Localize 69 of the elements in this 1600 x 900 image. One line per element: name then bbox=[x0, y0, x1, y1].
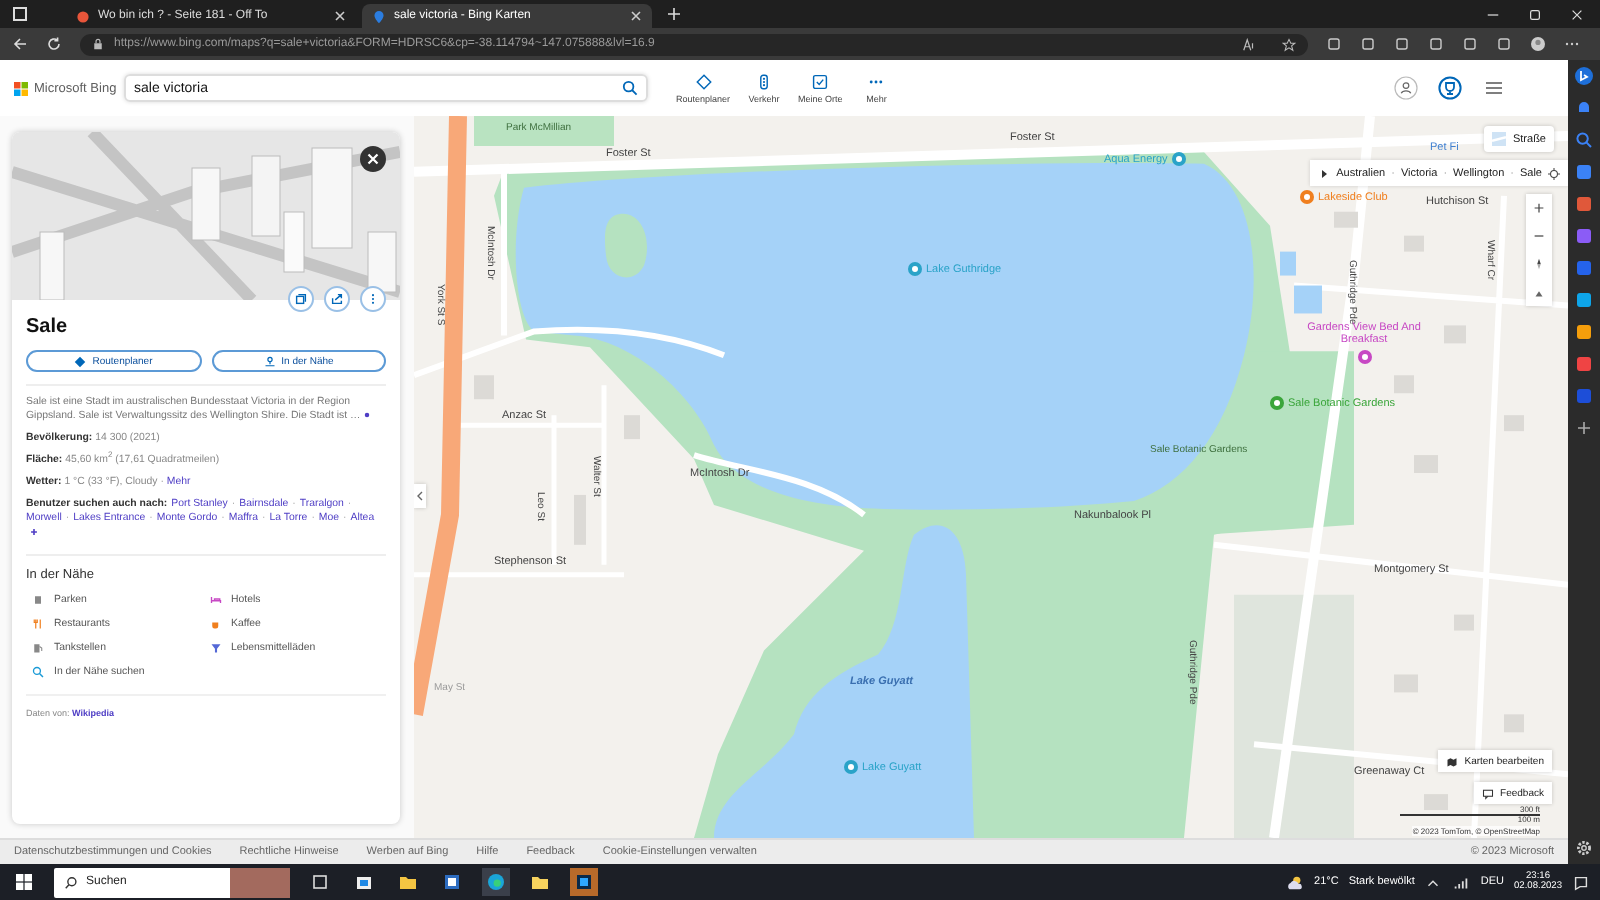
search-icon[interactable] bbox=[1574, 130, 1594, 150]
search-icon bbox=[64, 875, 78, 889]
diamond-icon bbox=[74, 355, 87, 367]
play-icon[interactable] bbox=[1318, 167, 1331, 179]
expand-icon[interactable] bbox=[363, 412, 370, 419]
windows-logo-icon[interactable] bbox=[10, 868, 38, 896]
menu-icon[interactable] bbox=[1482, 76, 1506, 100]
bell-icon[interactable] bbox=[1574, 98, 1594, 118]
toolbar-icon[interactable] bbox=[1496, 36, 1512, 52]
toolbar-icon[interactable] bbox=[1394, 36, 1410, 52]
traffic-light-icon bbox=[756, 73, 773, 89]
close-icon[interactable] bbox=[630, 10, 642, 22]
close-icon bbox=[364, 150, 382, 168]
parking-sign-icon bbox=[32, 594, 44, 606]
refresh-icon[interactable] bbox=[46, 36, 62, 52]
bed-icon bbox=[209, 594, 221, 606]
settings-icon[interactable] bbox=[1574, 838, 1594, 858]
share-button[interactable] bbox=[324, 286, 350, 312]
copy-button[interactable] bbox=[288, 286, 314, 312]
notification-icon[interactable] bbox=[1572, 873, 1590, 891]
collapse-handle[interactable] bbox=[414, 484, 426, 508]
scale-bar bbox=[1400, 814, 1540, 816]
fork-knife-icon bbox=[32, 618, 44, 630]
cloud-sun-icon[interactable] bbox=[1286, 873, 1305, 891]
zoom-in-button[interactable] bbox=[1526, 194, 1552, 222]
app-icon[interactable] bbox=[570, 868, 598, 896]
restore-icon[interactable] bbox=[1528, 7, 1542, 21]
map-icon bbox=[1446, 755, 1459, 767]
locate-icon[interactable] bbox=[1548, 167, 1560, 179]
favicon-icon bbox=[76, 9, 90, 23]
new-tab-icon[interactable] bbox=[666, 6, 682, 22]
chat-logo-icon[interactable] bbox=[1574, 66, 1594, 86]
browser-icon[interactable] bbox=[482, 868, 510, 896]
add-icon[interactable] bbox=[1574, 418, 1594, 438]
close-icon[interactable] bbox=[334, 10, 346, 22]
windows-squares-icon bbox=[14, 81, 28, 95]
map-thumbnail-icon bbox=[1492, 132, 1507, 146]
plus-icon[interactable] bbox=[30, 527, 38, 536]
back-icon[interactable] bbox=[12, 36, 28, 52]
tab-actions-icon[interactable] bbox=[12, 6, 28, 22]
toolbar-icon[interactable] bbox=[1360, 36, 1376, 52]
chevron-left-icon bbox=[416, 486, 424, 506]
close-icon[interactable] bbox=[1570, 7, 1584, 21]
read-aloud-icon[interactable] bbox=[1242, 37, 1256, 51]
lock-icon bbox=[92, 38, 104, 50]
checkmark-square-icon bbox=[812, 73, 829, 89]
plus-icon bbox=[1532, 200, 1546, 216]
compass-needle-icon bbox=[1532, 256, 1546, 272]
funnel-icon bbox=[209, 642, 221, 654]
toolbar-icon[interactable] bbox=[1428, 36, 1444, 52]
star-icon[interactable] bbox=[1282, 37, 1296, 51]
fuel-pump-icon bbox=[32, 642, 44, 654]
toolbar-icon[interactable] bbox=[1462, 36, 1478, 52]
photo-placeholder bbox=[230, 867, 290, 897]
diamond-icon bbox=[695, 73, 712, 89]
map-pin-icon bbox=[372, 9, 386, 23]
search-icon bbox=[32, 666, 44, 678]
share-icon bbox=[330, 292, 344, 306]
speech-bubble-icon bbox=[1482, 787, 1495, 799]
toolbar-icon[interactable] bbox=[1326, 36, 1342, 52]
cup-icon bbox=[209, 618, 221, 630]
trophy-icon[interactable] bbox=[1438, 76, 1462, 100]
person-icon bbox=[263, 355, 276, 367]
profile-avatar-icon[interactable] bbox=[1530, 36, 1546, 52]
search-icon[interactable] bbox=[622, 80, 638, 96]
copy-icon bbox=[294, 292, 308, 306]
network-icon[interactable] bbox=[1452, 873, 1471, 891]
user-icon[interactable] bbox=[1394, 76, 1418, 100]
place-title: Sale bbox=[26, 316, 70, 338]
